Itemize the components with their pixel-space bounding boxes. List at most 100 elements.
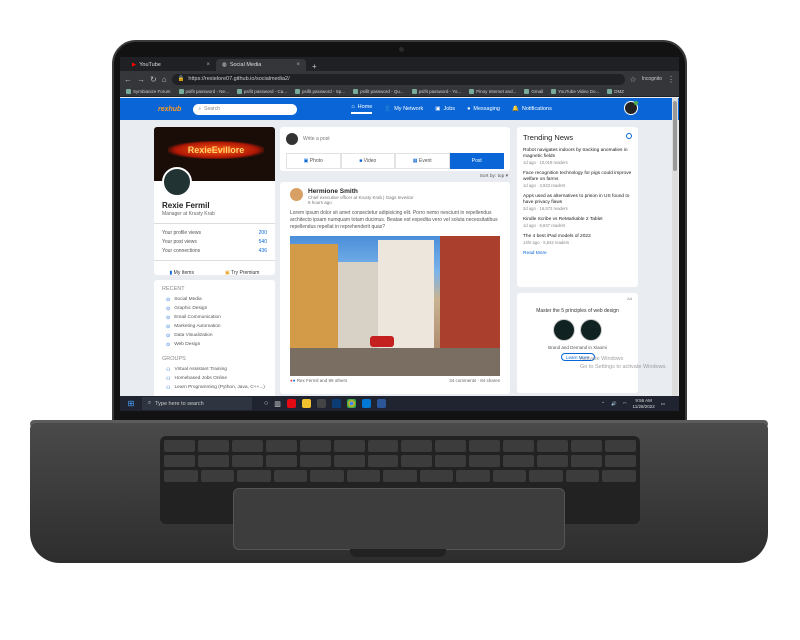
tray-chevron-icon[interactable]: ⌃ — [601, 401, 605, 407]
write-post-input[interactable]: Write a post — [303, 136, 330, 142]
bookmark-item[interactable]: psifit password - Sp... — [295, 89, 345, 95]
site-logo[interactable]: rexhub — [158, 106, 181, 113]
file-explorer-icon[interactable] — [301, 399, 311, 408]
tab-social-media[interactable]: ◍ Social Media × — [216, 59, 306, 71]
nav-home[interactable]: ⌂ Home — [351, 104, 373, 114]
post-photo[interactable] — [290, 236, 500, 376]
bookmarks-bar: Symbianize Forum psifit password - Ne...… — [120, 87, 679, 97]
group-icon: ⚇ — [166, 366, 171, 373]
read-more-link[interactable]: Read More — [523, 251, 632, 256]
groups-heading: GROUPS — [162, 356, 186, 362]
bookmark-item[interactable]: psifit password - Ne... — [178, 89, 229, 95]
vscode-icon[interactable] — [361, 399, 371, 408]
reload-icon[interactable]: ↻ — [150, 75, 157, 84]
chrome-icon[interactable] — [346, 399, 356, 408]
group-item[interactable]: ⚇ Virtual Assistant Training — [154, 365, 275, 374]
word-icon[interactable] — [376, 399, 386, 408]
nav-jobs[interactable]: ▣ Jobs — [435, 106, 455, 112]
recent-heading: RECENT — [162, 286, 185, 292]
notification-icon[interactable]: ▭ — [661, 401, 665, 407]
netflix-icon[interactable] — [286, 399, 296, 408]
address-bar[interactable]: 🔒 https://rexielore07.github.io/socialmed… — [171, 73, 625, 85]
event-button[interactable]: ▦ Event — [395, 153, 450, 169]
home-icon[interactable]: ⌂ — [162, 75, 167, 84]
stat-connections[interactable]: Your connections 436 — [154, 248, 275, 254]
youtube-icon: ▶ — [132, 62, 137, 68]
scrollbar-thumb[interactable] — [673, 101, 677, 171]
feed-post: Hermione Smith Chief executive officer a… — [280, 182, 510, 394]
bookmark-item[interactable]: Pinoy Internet and... — [469, 89, 516, 95]
recent-item[interactable]: ⊙ Marketing Automation — [154, 322, 275, 331]
hashtag-icon: ⊙ — [166, 323, 171, 330]
recent-item[interactable]: ⊙ Web Design — [154, 340, 275, 349]
bookmark-item[interactable]: Symbianize Forum — [126, 89, 171, 95]
windows-start-icon[interactable]: ⊞ — [120, 399, 142, 408]
close-icon[interactable]: × — [206, 62, 210, 68]
profile-card: RexieEvillore Rexie Fermil Manager at Kr… — [154, 127, 275, 276]
globe-icon: ◍ — [222, 62, 227, 68]
bookmark-item[interactable]: YouTube Video Do... — [551, 89, 599, 95]
author-avatar[interactable] — [290, 188, 303, 201]
windows-taskbar: ⊞ ⌕ Type here to search ○ ▥ ⌃ 🔊 ◠ 9:56 AM… — [120, 396, 679, 411]
new-tab-button[interactable]: + — [306, 62, 323, 71]
profile-avatar[interactable] — [162, 167, 192, 197]
cortana-icon[interactable]: ○ — [264, 400, 268, 407]
app-icon[interactable] — [316, 399, 326, 408]
bookmark-item[interactable]: psifit password - Yo... — [411, 89, 461, 95]
group-item[interactable]: ⚇ Homebased Jobs Online — [154, 374, 275, 383]
group-icon: ⚇ — [166, 384, 171, 391]
nav-notifications[interactable]: 🔔 Notifications — [512, 106, 552, 112]
recent-item[interactable]: ⊙ Email Communication — [154, 313, 275, 322]
stat-profile-views[interactable]: Your profile views 200 — [154, 230, 275, 236]
trackpad[interactable] — [233, 488, 565, 550]
profile-indicator[interactable]: Incognito — [642, 76, 662, 82]
close-icon[interactable]: × — [296, 62, 300, 68]
author-name[interactable]: Hermione Smith — [308, 188, 414, 195]
task-view-icon[interactable]: ▥ — [274, 400, 281, 408]
news-item[interactable]: Kindle Scribe vs ReMarkable 2 Tablet 1d a… — [523, 217, 632, 228]
bookmark-item[interactable]: psifit password - Qu... — [353, 89, 404, 95]
recent-item[interactable]: ⊙ Data Visualization — [154, 331, 275, 340]
hashtag-icon: ⊙ — [166, 314, 171, 321]
bookmark-item[interactable]: psifit password - Ca... — [236, 89, 287, 95]
ad-card: Ad Master the 5 principles of web design… — [517, 293, 638, 393]
news-item[interactable]: Robot navigates indoors by tracking anom… — [523, 148, 632, 165]
menu-icon[interactable]: ⋮ — [667, 75, 675, 84]
news-item[interactable]: The 4 best iPad models of 2022 14hr ago ·… — [523, 234, 632, 245]
screen: ▶ YouTube × ◍ Social Media × + ← → ↻ ⌂ 🔒 http… — [120, 57, 679, 411]
bookmark-item[interactable]: DMZ — [607, 89, 624, 95]
try-premium-button[interactable]: ▣ Try Premium — [225, 270, 259, 276]
tab-youtube[interactable]: ▶ YouTube × — [126, 59, 216, 71]
bookmark-item[interactable]: Gmail — [524, 89, 543, 95]
photo-button[interactable]: ▣ Photo — [286, 153, 341, 169]
laptop-notch — [350, 549, 446, 557]
forward-icon[interactable]: → — [137, 75, 145, 84]
nav-my-network[interactable]: 👤 My Network — [384, 106, 423, 112]
comments-count[interactable]: 34 comments — [449, 378, 476, 383]
recent-item[interactable]: ⊙ Graphic Design — [154, 304, 275, 313]
news-item[interactable]: Face recognition technology for pigs cou… — [523, 171, 632, 188]
home-icon: ⌂ — [351, 104, 355, 110]
search-input[interactable]: ⌕ Search — [193, 103, 298, 115]
sort-dropdown[interactable]: Sort by: top ▾ — [280, 171, 510, 182]
post-text: Lorem ipsum dolor sit amet consectetur a… — [290, 210, 498, 230]
reactions-summary[interactable]: ●● Rex Fermil and 89 others — [290, 378, 347, 383]
nav-messaging[interactable]: ● Messaging — [467, 106, 500, 112]
my-items-button[interactable]: ▮ My Items — [170, 270, 194, 276]
recent-item[interactable]: ⊙ Social Media — [154, 295, 275, 304]
wifi-icon[interactable]: ◠ — [623, 401, 627, 407]
shares-count[interactable]: 84 shares — [480, 378, 500, 383]
bookmark-star-icon[interactable]: ☆ — [630, 75, 637, 84]
taskbar-search-input[interactable]: ⌕ Type here to search — [142, 397, 252, 410]
photoshop-icon[interactable] — [331, 399, 341, 408]
stat-post-views[interactable]: Your post views 540 — [154, 239, 275, 245]
back-icon[interactable]: ← — [124, 75, 132, 84]
post-button[interactable]: Post — [449, 153, 504, 169]
group-item[interactable]: ⚇ Learn Programming (Python, Java, C++...… — [154, 383, 275, 392]
speaker-icon[interactable]: 🔊 — [611, 401, 617, 407]
info-icon[interactable] — [626, 133, 632, 139]
video-button[interactable]: ■ Video — [340, 153, 395, 169]
profile-name[interactable]: Rexie Fermil — [154, 201, 275, 210]
news-item[interactable]: Apps used as alternatives to prison in U… — [523, 194, 632, 211]
system-clock[interactable]: 9:56 AM 11/28/2022 — [633, 398, 655, 409]
